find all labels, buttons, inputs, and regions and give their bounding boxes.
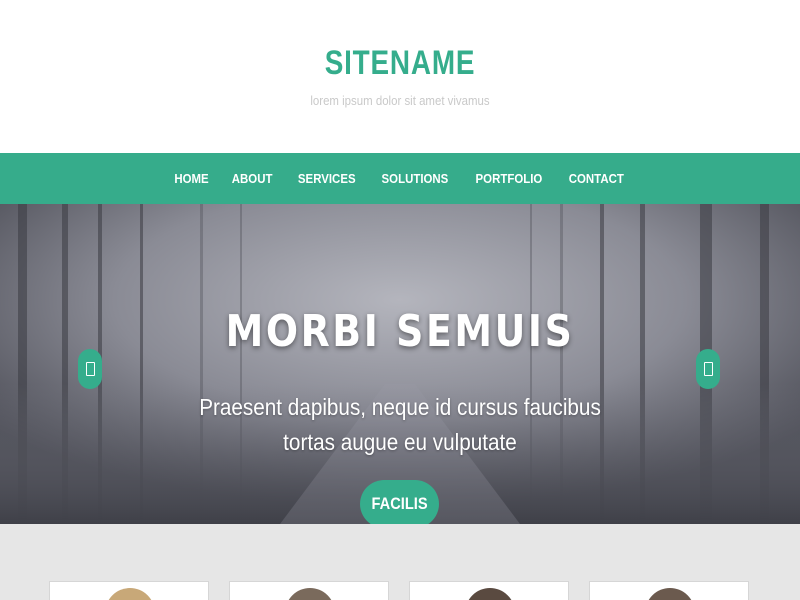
man-photo <box>285 588 335 600</box>
main-nav: HOME ABOUT SERVICES SOLUTIONS PORTFOLIO … <box>0 153 800 204</box>
feature-card[interactable] <box>409 581 569 600</box>
blonde-woman-photo <box>105 588 155 600</box>
hero-cta-label: FACILIS <box>371 494 428 513</box>
nav-item-home[interactable]: HOME <box>167 171 217 186</box>
dark-haired-person-photo <box>465 588 515 600</box>
nav-item-about[interactable]: ABOUT <box>224 171 281 186</box>
nav-item-portfolio[interactable]: PORTFOLIO <box>468 171 551 186</box>
site-tagline: lorem ipsum dolor sit amet vivamus <box>310 93 490 108</box>
hero-slider <box>0 204 800 524</box>
hero-title: MORBI SEMUIS <box>225 306 575 357</box>
chevron-left-icon <box>85 362 95 376</box>
nav-item-services[interactable]: SERVICES <box>290 171 363 186</box>
feature-card[interactable] <box>589 581 749 600</box>
site-header: SITENAME lorem ipsum dolor sit amet viva… <box>0 0 800 153</box>
nav-item-contact[interactable]: CONTACT <box>561 171 632 186</box>
site-name[interactable]: SITENAME <box>72 44 728 83</box>
hero-subtitle: Praesent dapibus, neque id cursus faucib… <box>199 394 601 455</box>
hero-background-image <box>0 204 800 524</box>
nav-item-solutions[interactable]: SOLUTIONS <box>374 171 457 186</box>
woman-photo <box>645 588 695 600</box>
chevron-right-icon <box>703 362 713 376</box>
feature-card[interactable] <box>229 581 389 600</box>
nav-list: HOME ABOUT SERVICES SOLUTIONS PORTFOLIO … <box>0 153 800 204</box>
hero-cta-button[interactable]: FACILIS <box>360 480 439 528</box>
feature-card[interactable] <box>49 581 209 600</box>
